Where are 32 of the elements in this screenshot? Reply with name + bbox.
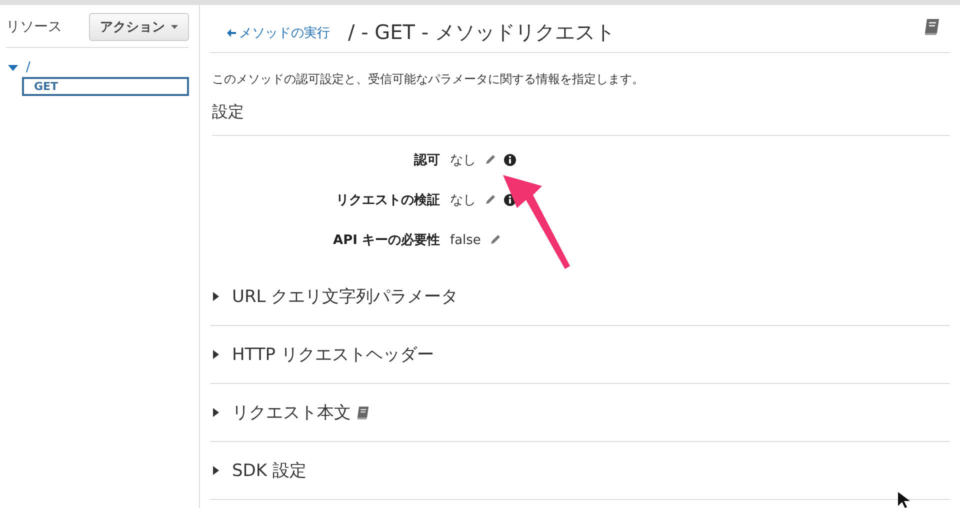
caret-icon[interactable]: [8, 64, 18, 72]
tree-item[interactable]: GET: [22, 77, 189, 96]
setting-value: なし: [450, 152, 476, 169]
tree-item[interactable]: /: [26, 60, 30, 75]
page-title: / - GET - メソッドリクエスト: [348, 19, 615, 46]
section-heading: 設定: [212, 102, 950, 136]
expand-caret-icon[interactable]: [212, 292, 220, 301]
section-header[interactable]: URL クエリ文字列パラメータ: [232, 285, 458, 308]
setting-value: なし: [450, 192, 476, 209]
pencil-icon[interactable]: [484, 154, 496, 166]
book-icon[interactable]: [355, 404, 371, 420]
pencil-icon[interactable]: [488, 234, 501, 246]
mouse-cursor-icon: [897, 492, 911, 508]
caret-icon: [171, 25, 178, 29]
setting-value: false: [450, 232, 481, 248]
expand-caret-icon[interactable]: [212, 408, 220, 417]
arrow-left-icon: [226, 28, 236, 38]
sidebar-title: リソース: [6, 18, 62, 36]
action-dropdown-button[interactable]: アクション: [89, 13, 189, 41]
setting-label: API キーの必要性: [332, 232, 440, 249]
info-icon[interactable]: [504, 154, 516, 166]
expand-caret-icon[interactable]: [212, 466, 220, 475]
section-header[interactable]: SDK 設定: [232, 459, 306, 482]
setting-label: 認可: [412, 152, 440, 169]
back-link[interactable]: メソッドの実行: [226, 24, 330, 42]
pencil-icon[interactable]: [484, 194, 496, 206]
setting-label: リクエストの検証: [335, 192, 440, 209]
section-header[interactable]: HTTP リクエストヘッダー: [232, 343, 434, 366]
description-text: このメソッドの認可設定と、受信可能なパラメータに関する情報を指定します。: [212, 71, 645, 88]
section-header[interactable]: リクエスト本文: [232, 401, 351, 424]
expand-caret-icon[interactable]: [212, 350, 220, 359]
book-icon[interactable]: [922, 17, 942, 37]
